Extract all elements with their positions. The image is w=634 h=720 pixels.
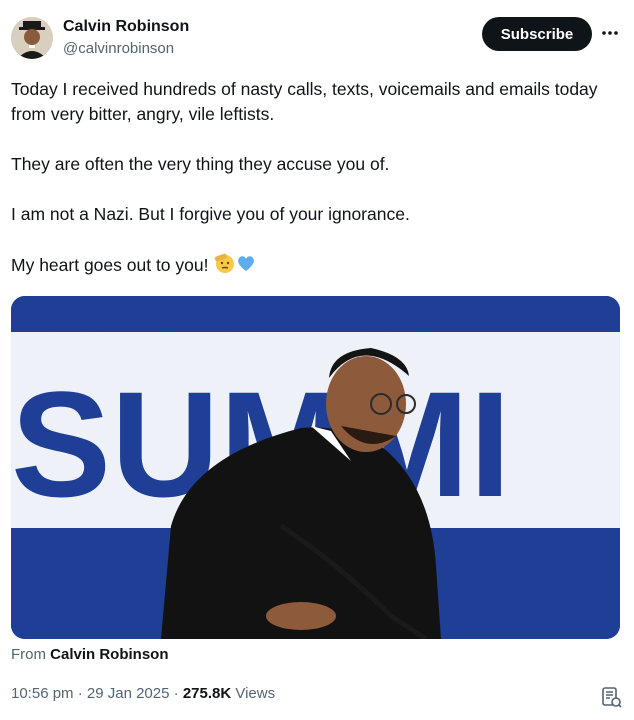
subscribe-button[interactable]: Subscribe (482, 17, 592, 51)
video-media[interactable]: NATIONAL PRO SUMMI (11, 296, 620, 639)
tweet-paragraph-text: My heart goes out to you! (11, 255, 209, 276)
author-name[interactable]: Calvin Robinson (63, 18, 189, 36)
tweet-date[interactable]: 29 Jan 2025 (87, 685, 170, 702)
meta-separator: · (169, 685, 183, 702)
grok-analyze-icon[interactable] (600, 686, 622, 708)
avatar-image (11, 17, 53, 59)
avatar[interactable] (11, 17, 53, 59)
tweet-meta: 10:56 pm · 29 Jan 2025 · 275.8K Views (11, 685, 275, 702)
tweet-text: Today I received hundreds of nasty calls… (11, 77, 611, 281)
saluting-face-emoji (213, 252, 235, 281)
views-label: Views (231, 685, 276, 702)
person-hands (266, 602, 336, 630)
tweet-time[interactable]: 10:56 pm (11, 685, 74, 702)
attribution-prefix: From (11, 646, 46, 663)
tweet-paragraph: My heart goes out to you! (11, 252, 611, 281)
meta-separator: · (73, 685, 87, 702)
tweet-paragraph: Today I received hundreds of nasty calls… (11, 79, 598, 124)
video-attribution: From Calvin Robinson (11, 646, 169, 663)
blue-heart-emoji (235, 252, 257, 281)
more-icon[interactable] (600, 22, 620, 44)
tweet-paragraph: I am not a Nazi. But I forgive you of yo… (11, 204, 410, 224)
backdrop-line-1: NATIONAL PRO (11, 296, 441, 343)
attribution-source-link[interactable]: Calvin Robinson (50, 646, 168, 663)
author-handle[interactable]: @calvinrobinson (63, 40, 174, 57)
views-count: 275.8K (182, 685, 232, 702)
tweet-paragraph: They are often the very thing they accus… (11, 154, 390, 174)
video-frame: NATIONAL PRO SUMMI (11, 296, 620, 639)
